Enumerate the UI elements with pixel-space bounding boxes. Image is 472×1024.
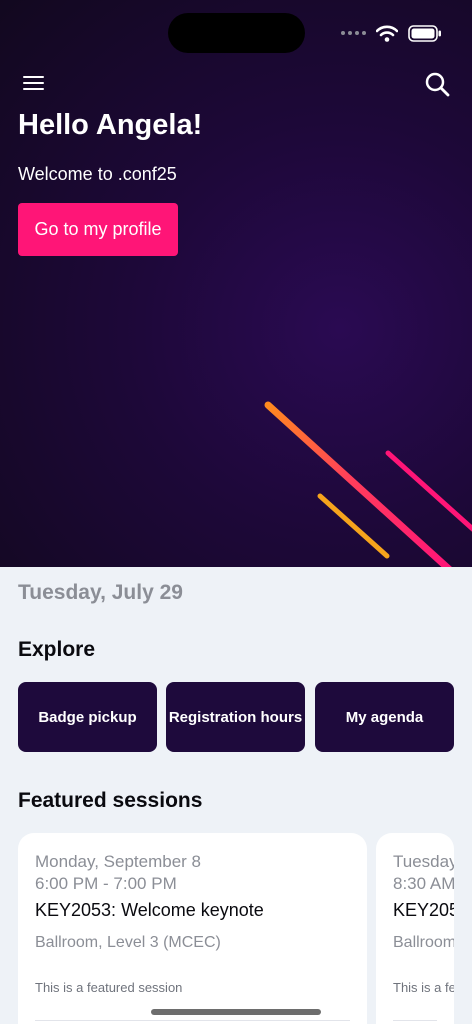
featured-sessions-heading: Featured sessions — [18, 789, 203, 812]
registration-hours-tile[interactable]: Registration hours — [166, 682, 305, 752]
session-location: Ballroom, Level 3 (MCEC) — [35, 934, 221, 951]
badge-pickup-tile[interactable]: Badge pickup — [18, 682, 157, 752]
home-indicator[interactable] — [151, 1009, 321, 1015]
card-divider — [35, 1020, 350, 1021]
session-title: KEY2053: Welcome keynote — [35, 900, 264, 920]
session-date: Monday, September 8 — [35, 852, 201, 871]
decorative-streaks — [264, 401, 472, 567]
session-note: This is a featured session — [35, 980, 183, 995]
featured-session-card[interactable]: Monday, September 8 6:00 PM - 7:00 PM KE… — [18, 833, 367, 1024]
app-screen: Hello Angela! Welcome to .conf25 Go to m… — [0, 0, 472, 1024]
session-time: 8:30 AM — [393, 874, 454, 893]
session-location: Ballroom — [393, 934, 454, 951]
session-note: This is a fe — [393, 980, 454, 995]
hero-banner: Hello Angela! Welcome to .conf25 Go to m… — [0, 0, 472, 567]
session-date: Tuesday — [393, 852, 454, 871]
session-title: KEY205 — [393, 900, 454, 920]
featured-session-card[interactable]: Tuesday 8:30 AM KEY205 Ballroom This is … — [376, 833, 454, 1024]
explore-heading: Explore — [18, 638, 96, 661]
my-agenda-tile[interactable]: My agenda — [315, 682, 454, 752]
current-date: Tuesday, July 29 — [18, 581, 183, 604]
session-time: 6:00 PM - 7:00 PM — [35, 874, 177, 893]
card-divider — [393, 1020, 437, 1021]
